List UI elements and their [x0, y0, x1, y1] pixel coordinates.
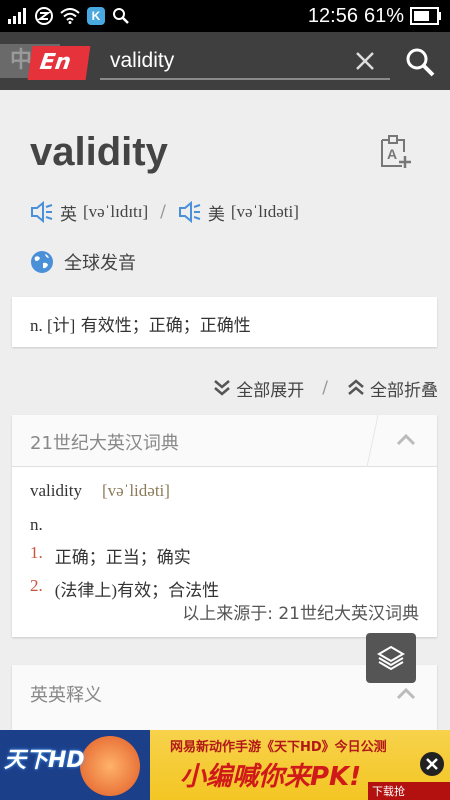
collapse-all-button[interactable]: 全部折叠	[346, 376, 438, 401]
status-bar: K 12:56 61%	[0, 0, 450, 32]
close-icon	[426, 758, 438, 770]
ad-slogan: 小编喊你来PK!	[180, 762, 362, 792]
battery-percent: 61%	[363, 4, 404, 27]
dictionary-title: 英英释义	[30, 685, 102, 706]
ad-banner[interactable]: 天下HD 网易新动作手游《天下HD》今日公测 小编喊你来PK! 下载抢iPhon…	[0, 730, 450, 800]
uk-ipa: [vəˈlɪdɪtɪ]	[83, 202, 149, 221]
sense-item: 1. 正确；正当；确实	[30, 543, 419, 568]
status-icons-right: 12:56 61%	[308, 4, 442, 28]
clock: 12:56	[307, 4, 358, 27]
dictionary-title: 21世纪大英汉词典	[30, 433, 179, 454]
action-separator: /	[322, 378, 328, 398]
chevron-up-icon[interactable]	[395, 685, 417, 703]
double-chevron-up-icon	[348, 379, 364, 395]
basic-pos: n. [计]	[30, 316, 76, 335]
us-pronunciation[interactable]: 美 [vəˈlɪdəti]	[178, 200, 299, 225]
expand-collapse-row: 全部展开 / 全部折叠	[212, 374, 438, 402]
ad-headline: 网易新动作手游《天下HD》今日公测	[170, 740, 387, 755]
uk-pronunciation[interactable]: 英 [vəˈlɪdɪtɪ]	[30, 200, 148, 225]
header-divider	[366, 415, 379, 467]
lang-en-option[interactable]: En	[27, 46, 91, 80]
phonetic-separator: /	[160, 202, 166, 222]
clear-icon[interactable]	[352, 48, 378, 74]
expand-all-label: 全部展开	[236, 380, 305, 401]
carrier-icon	[35, 7, 53, 25]
search-box	[100, 44, 390, 80]
ad-close-button[interactable]	[420, 752, 444, 776]
ad-game-logo: 天下HD	[4, 748, 85, 773]
wifi-icon	[60, 8, 80, 24]
sense-item: 2. (法律上)有效；合法性	[30, 576, 419, 601]
basic-definition: 有效性；正确；正确性	[80, 316, 251, 336]
basic-definition-card: n. [计] 有效性；正确；正确性	[12, 297, 437, 347]
expand-all-button[interactable]: 全部展开	[212, 376, 304, 401]
search-icon[interactable]	[404, 46, 436, 78]
global-pronunciation-label: 全球发音	[64, 253, 136, 274]
sense-number: 1.	[30, 543, 43, 562]
dictionary-card-header[interactable]: 21世纪大英汉词典	[12, 415, 437, 467]
dictionary-source: 以上来源于: 21世纪大英汉词典	[182, 604, 419, 624]
pronunciation-row: 英 [vəˈlɪdɪtɪ] / 美 [vəˈlɪdəti]	[30, 198, 299, 226]
dictionary-card-21century: 21世纪大英汉词典 validity [vəˈlidəti] n. 1. 正确；…	[12, 415, 437, 637]
search-notification-icon	[113, 8, 129, 24]
dictionary-card-body: validity [vəˈlidəti] n. 1. 正确；正当；确实 2. (…	[12, 467, 437, 615]
headword: validity	[30, 130, 168, 174]
sense-number: 2.	[30, 576, 43, 595]
search-header: 中 En	[0, 32, 450, 90]
dictionary-word-line: validity [vəˈlidəti]	[30, 481, 419, 501]
add-to-wordbook-icon[interactable]: A	[378, 134, 412, 170]
layers-icon	[377, 645, 405, 671]
speaker-icon[interactable]	[30, 201, 54, 223]
status-icons-left: K	[8, 6, 130, 26]
global-pronunciation[interactable]: 全球发音	[30, 248, 136, 276]
uk-label: 英	[60, 204, 77, 225]
us-label: 美	[207, 204, 225, 225]
globe-icon[interactable]	[30, 250, 54, 274]
search-input[interactable]	[100, 44, 340, 78]
sense-text: 正确；正当；确实	[54, 548, 191, 567]
word-header: validity A 英 [vəˈlɪdɪtɪ] / 美 [vəˈlɪdəti]…	[0, 90, 450, 290]
language-toggle[interactable]: 中 En	[0, 40, 95, 84]
k-app-icon: K	[87, 7, 105, 25]
collapse-all-label: 全部折叠	[370, 380, 438, 401]
sense-text: (法律上)有效；合法性	[54, 581, 220, 600]
dictionary-ipa: [vəˈlidəti]	[101, 481, 170, 500]
battery-icon	[410, 7, 441, 25]
us-ipa: [vəˈlɪdəti]	[230, 202, 299, 221]
double-chevron-down-icon	[214, 380, 231, 396]
svg-text:A: A	[387, 146, 397, 162]
dictionary-pos: n.	[30, 515, 43, 534]
speaker-icon[interactable]	[178, 201, 202, 223]
ad-character-image	[80, 736, 140, 796]
dictionary-word: validity	[30, 481, 82, 500]
ad-game-art: 天下HD	[0, 730, 150, 800]
layers-button[interactable]	[366, 633, 416, 683]
chevron-up-icon[interactable]	[395, 431, 417, 449]
ad-cta[interactable]: 下载抢iPhone6	[368, 782, 450, 800]
signal-icon	[8, 8, 26, 24]
